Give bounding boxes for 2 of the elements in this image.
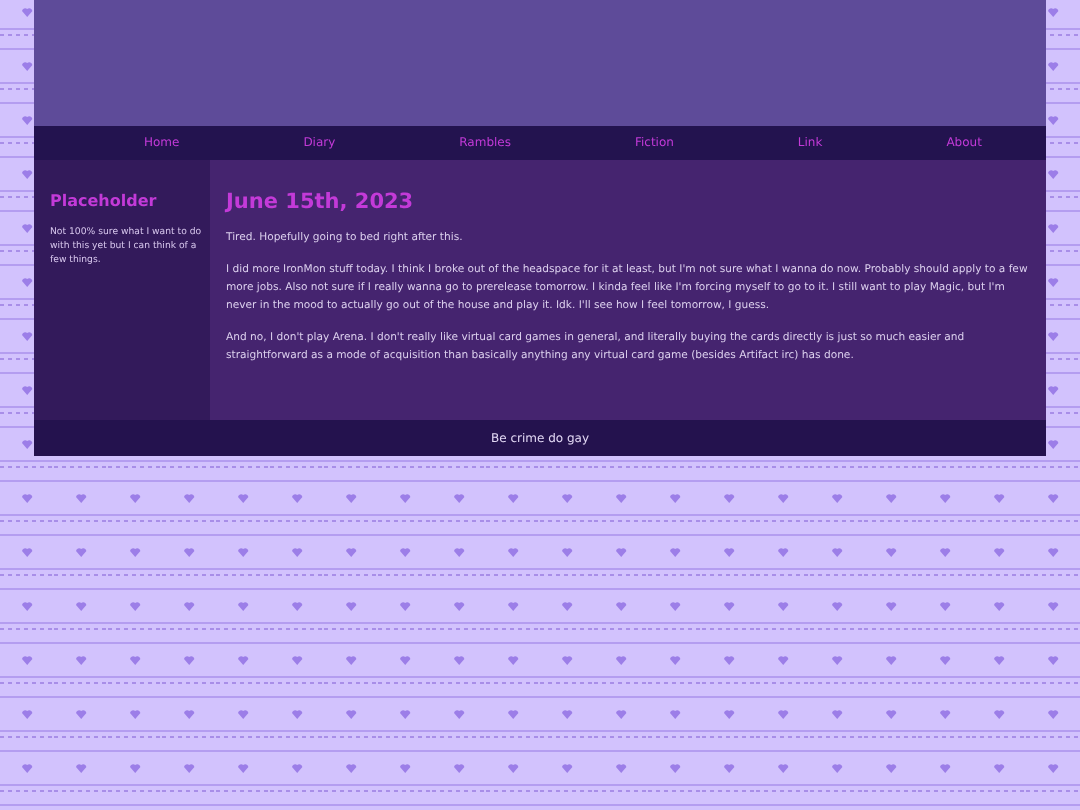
sidebar-title: Placeholder	[50, 192, 159, 210]
post-title: June 15th, 2023	[226, 190, 416, 214]
